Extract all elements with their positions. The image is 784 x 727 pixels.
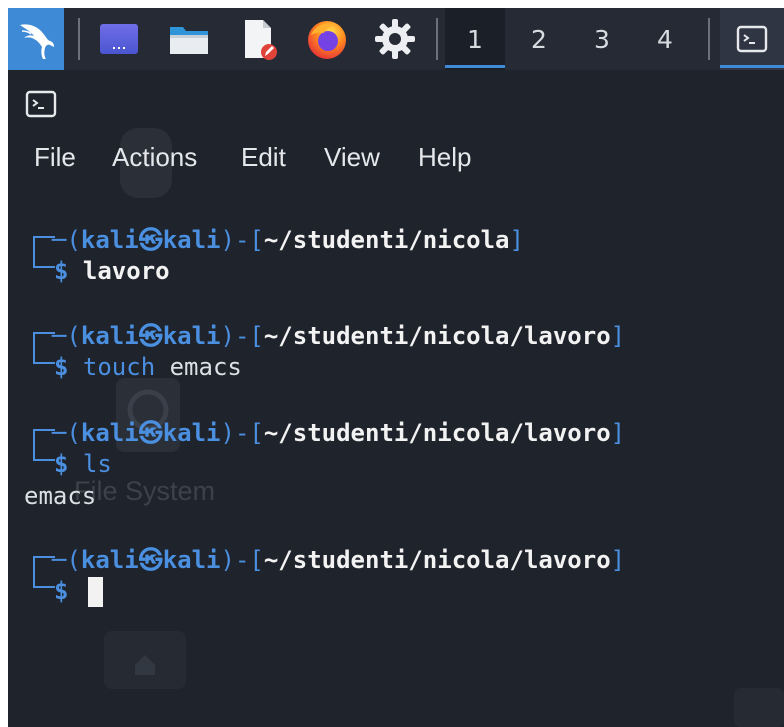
prompt-symbol: $ — [54, 450, 69, 478]
prompt-symbol: $ — [54, 257, 69, 285]
menu-edit[interactable]: Edit — [241, 142, 286, 173]
panel-separator — [78, 18, 80, 60]
folder-icon — [170, 27, 208, 54]
prompt-at: ㉿ — [138, 419, 163, 447]
prompt-line: ─(kali㉿kali)-[~/studenti/nicola/lavoro] — [52, 322, 626, 350]
workspace-2-button[interactable]: 2 — [509, 8, 569, 70]
top-panel: 1 2 3 4 — [8, 8, 784, 70]
kali-dragon-icon — [20, 24, 54, 59]
command-line: $ lavoro — [54, 256, 170, 286]
prompt-path: ~/studenti/nicola — [263, 226, 510, 254]
ghost-home-icon — [100, 625, 190, 699]
menu-help[interactable]: Help — [418, 142, 471, 173]
prompt-symbol: $ — [54, 577, 69, 605]
prompt-host: kali — [162, 546, 221, 574]
prompt-line: ─(kali㉿kali)-[~/studenti/nicola/lavoro] — [52, 419, 626, 447]
prompt-host: kali — [162, 419, 221, 447]
panel-separator — [436, 18, 438, 60]
show-desktop-icon — [100, 24, 138, 54]
prompt-user: kali — [80, 226, 139, 254]
prompt-at: ㉿ — [138, 546, 163, 574]
screen: 1 2 3 4 File System File Actions Edit Vi… — [0, 0, 784, 727]
panel-separator — [708, 18, 710, 60]
terminal-window[interactable]: File System File Actions Edit View Help … — [8, 70, 784, 727]
text-cursor[interactable] — [88, 577, 103, 607]
terminal-menubar: File Actions Edit View Help — [8, 132, 784, 184]
settings-button[interactable] — [370, 8, 420, 70]
command-args: lavoro — [82, 257, 170, 285]
prompt-path: ~/studenti/nicola/lavoro — [263, 546, 611, 574]
ghost-corner-icon — [730, 682, 784, 727]
prompt-user: kali — [80, 322, 139, 350]
firefox-button[interactable] — [302, 8, 352, 70]
command-name: touch — [82, 353, 156, 381]
terminal-taskbar-button[interactable] — [720, 8, 784, 70]
menu-actions[interactable]: Actions — [112, 142, 197, 173]
workspace-3-button[interactable]: 3 — [572, 8, 632, 70]
show-desktop-button[interactable] — [94, 8, 144, 70]
gear-icon — [375, 19, 415, 59]
ghost-filesystem-icon — [108, 370, 188, 464]
firefox-icon — [308, 21, 346, 59]
terminal-icon — [736, 25, 768, 53]
menu-view[interactable]: View — [324, 142, 380, 173]
prompt-line: ─(kali㉿kali)-[~/studenti/nicola] — [52, 226, 524, 254]
prompt-path: ~/studenti/nicola/lavoro — [263, 322, 611, 350]
command-output: emacs — [24, 482, 97, 510]
prompt-user: kali — [80, 419, 139, 447]
command-name: ls — [82, 450, 112, 478]
prompt-at: ㉿ — [138, 226, 163, 254]
prompt-host: kali — [162, 226, 221, 254]
prompt-symbol: $ — [54, 353, 69, 381]
command-line: $ ls — [54, 449, 112, 479]
command-line: $ touch emacs — [54, 352, 242, 382]
prompt-user: kali — [80, 546, 139, 574]
text-editor-icon — [245, 20, 277, 60]
kali-menu-button[interactable] — [8, 8, 64, 70]
prompt-host: kali — [162, 322, 221, 350]
text-editor-button[interactable] — [234, 8, 284, 70]
command-line: $ — [54, 576, 68, 606]
terminal-window-icon — [25, 90, 57, 122]
file-manager-button[interactable] — [164, 8, 214, 70]
prompt-at: ㉿ — [138, 322, 163, 350]
workspace-1-button[interactable]: 1 — [445, 8, 505, 70]
workspace-4-button[interactable]: 4 — [635, 8, 695, 70]
menu-file[interactable]: File — [34, 142, 76, 173]
command-args: emacs — [169, 353, 242, 381]
prompt-path: ~/studenti/nicola/lavoro — [263, 419, 611, 447]
prompt-line: ─(kali㉿kali)-[~/studenti/nicola/lavoro] — [52, 546, 626, 574]
